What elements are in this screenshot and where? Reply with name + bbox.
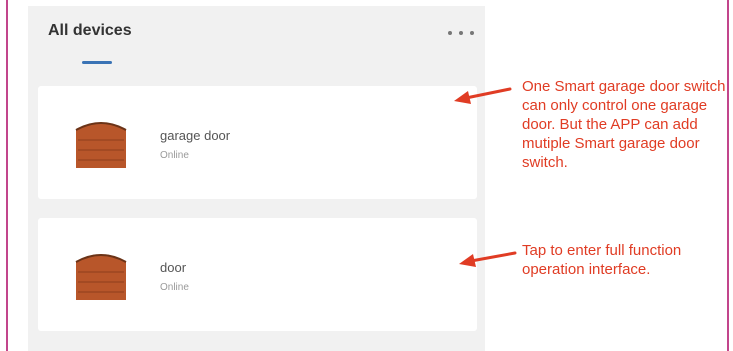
device-card-garage-door[interactable]: garage door Online bbox=[38, 86, 477, 199]
garage-door-icon bbox=[75, 254, 127, 300]
red-arrow-left-icon bbox=[454, 87, 512, 104]
garage-door-icon bbox=[75, 122, 127, 168]
device-name: garage door bbox=[160, 128, 231, 143]
device-name: door bbox=[160, 260, 187, 275]
device-card-door[interactable]: door Online bbox=[38, 218, 477, 331]
red-arrow-left-icon bbox=[459, 251, 517, 267]
app-screen: All devices garage door Online door Onli… bbox=[28, 6, 485, 351]
device-status: Online bbox=[160, 150, 189, 161]
annotation-note: Tap to enter full function operation int… bbox=[522, 242, 682, 278]
annotation-note: One Smart garage door switch can only co… bbox=[522, 78, 726, 171]
tab-indicator bbox=[82, 61, 112, 64]
device-status: Online bbox=[160, 282, 189, 293]
page-border-left bbox=[6, 0, 8, 351]
more-horizontal-icon[interactable] bbox=[448, 28, 474, 38]
page-title: All devices bbox=[48, 22, 132, 39]
page-border-right bbox=[727, 0, 729, 351]
